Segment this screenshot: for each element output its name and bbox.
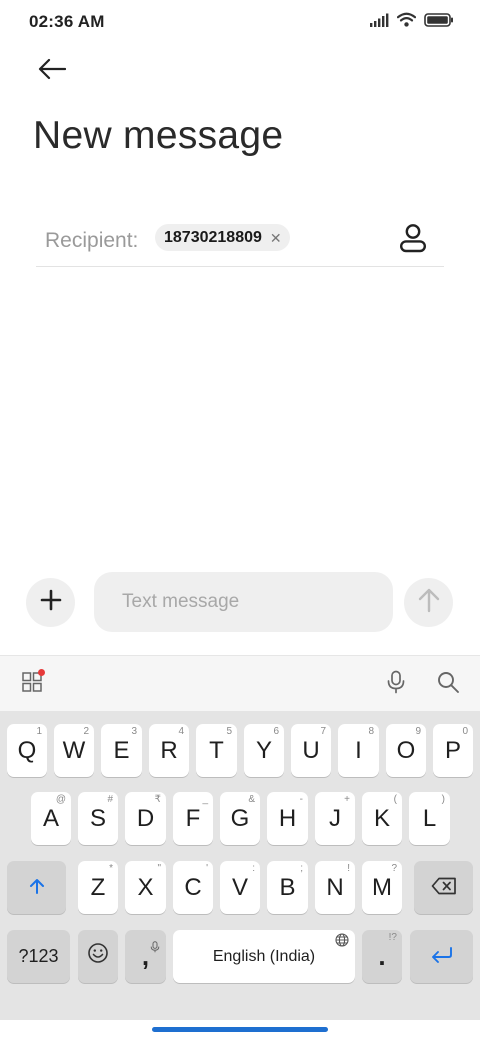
key-y[interactable]: Y6 xyxy=(244,724,284,777)
shift-arrow-icon xyxy=(28,874,46,902)
enter-key[interactable] xyxy=(410,930,473,983)
key-k[interactable]: K( xyxy=(362,792,402,845)
keyboard-search-button[interactable] xyxy=(434,670,462,698)
close-icon[interactable]: ✕ xyxy=(270,231,282,245)
cellular-signal-icon xyxy=(369,13,389,32)
plus-icon xyxy=(40,589,62,616)
symbols-key[interactable]: ?123 xyxy=(7,930,70,983)
key-i[interactable]: I8 xyxy=(338,724,379,777)
add-attachment-button[interactable] xyxy=(26,578,75,627)
key-s[interactable]: S # xyxy=(78,792,118,845)
key-w[interactable]: W2 xyxy=(54,724,94,777)
arrow-left-icon xyxy=(38,58,67,85)
key-m[interactable]: M? xyxy=(362,861,402,914)
key-f[interactable]: F _ xyxy=(173,792,213,845)
comma-key[interactable]: , xyxy=(125,930,166,983)
key-p[interactable]: P0 xyxy=(433,724,473,777)
status-bar: 02:36 AM xyxy=(0,0,480,44)
key-v[interactable]: V: xyxy=(220,861,260,914)
send-button[interactable] xyxy=(404,578,453,627)
key-c[interactable]: C ' xyxy=(173,861,213,914)
key-e[interactable]: E3 xyxy=(101,724,142,777)
battery-icon xyxy=(424,12,454,32)
recipient-field[interactable]: Recipient: 18730218809 ✕ xyxy=(36,214,444,267)
search-icon xyxy=(436,670,460,699)
enter-icon xyxy=(430,943,454,971)
status-time: 02:36 AM xyxy=(29,12,105,31)
person-icon xyxy=(399,223,427,258)
key-j[interactable]: J + xyxy=(315,792,355,845)
emoji-icon xyxy=(87,942,109,971)
back-button[interactable] xyxy=(30,54,74,88)
key-a[interactable]: A @ xyxy=(31,792,71,845)
key-x[interactable]: X " xyxy=(125,861,166,914)
status-icons xyxy=(369,12,454,32)
key-r[interactable]: R4 xyxy=(149,724,189,777)
keyboard-toolbar xyxy=(0,655,480,711)
key-o[interactable]: O9 xyxy=(386,724,426,777)
key-z[interactable]: Z * xyxy=(78,861,118,914)
emoji-key[interactable] xyxy=(78,930,118,983)
voice-input-button[interactable] xyxy=(382,670,410,698)
recipient-chip-number: 18730218809 xyxy=(164,228,262,246)
key-t[interactable]: T5 xyxy=(196,724,237,777)
keyboard: Q1 W2 E3 R4 T5 Y6 U7 I8 O9 P0 A @ S # D ₹ F… xyxy=(0,711,480,1020)
backspace-key[interactable] xyxy=(414,861,473,914)
key-n[interactable]: N! xyxy=(315,861,355,914)
wifi-icon xyxy=(396,12,417,32)
key-u[interactable]: U7 xyxy=(291,724,331,777)
page-title: New message xyxy=(33,114,284,157)
key-g[interactable]: G & xyxy=(220,792,260,845)
home-indicator[interactable] xyxy=(152,1027,328,1032)
grid-icon xyxy=(21,668,45,698)
apps-button[interactable] xyxy=(18,668,46,698)
backspace-icon xyxy=(431,874,457,902)
microphone-icon xyxy=(150,932,160,960)
key-b[interactable]: B; xyxy=(267,861,308,914)
arrow-up-icon xyxy=(417,587,441,618)
navigation-bar xyxy=(0,1020,480,1040)
globe-icon xyxy=(335,933,349,952)
space-key[interactable]: English (India) xyxy=(173,930,355,983)
key-d[interactable]: D ₹ xyxy=(125,792,166,845)
notification-dot xyxy=(38,668,45,676)
shift-key[interactable] xyxy=(7,861,66,914)
microphone-icon xyxy=(386,670,406,699)
message-input[interactable] xyxy=(94,572,393,632)
key-l[interactable]: L) xyxy=(409,792,450,845)
recipient-chip[interactable]: 18730218809 ✕ xyxy=(155,224,290,251)
key-q[interactable]: Q1 xyxy=(7,724,47,777)
pick-contact-button[interactable] xyxy=(396,222,430,258)
recipient-label: Recipient: xyxy=(45,229,139,252)
period-key[interactable]: . !? xyxy=(362,930,402,983)
key-h[interactable]: H- xyxy=(267,792,308,845)
